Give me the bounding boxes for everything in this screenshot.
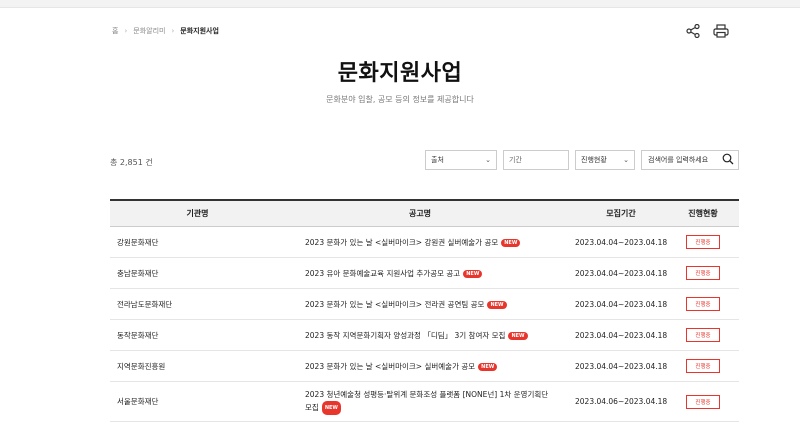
table-header: 기관명 공고명 모집기간 진행현황 bbox=[110, 199, 739, 227]
chevron-down-icon: ⌄ bbox=[623, 156, 629, 164]
notice-title-cell: 2023 청년예술청 성평등·탈위계 문화조성 플랫폼 [NONE넌] 1차 운… bbox=[285, 389, 555, 415]
header-org: 기관명 bbox=[186, 209, 209, 218]
status-badge[interactable]: 진행중 bbox=[686, 359, 720, 373]
top-bar bbox=[0, 0, 800, 8]
page-tools bbox=[684, 22, 730, 40]
status-cell: 진행중 bbox=[667, 266, 739, 280]
notice-title-cell: 2023 동작 지역문화기획자 양성과정 「디딤」 3기 참여자 모집 NEW bbox=[285, 330, 555, 341]
period: 2023.04.04~2023.04.18 bbox=[575, 268, 668, 278]
notice-title-cell: 2023 유아 문화예술교육 지원사업 추가공모 공고 NEW bbox=[285, 268, 555, 279]
header-notice: 공고명 bbox=[408, 209, 432, 218]
notice-table: 기관명 공고명 모집기간 진행현황 강원문화재단 2023 문화가 있는 날 <… bbox=[110, 199, 739, 422]
source-select-value: 출처 bbox=[431, 156, 444, 164]
notice-title[interactable]: 2023 문화가 있는 날 <실버마이크> 전라권 공연팀 공모 bbox=[305, 300, 484, 309]
org-name: 강원문화재단 bbox=[117, 237, 159, 247]
status-cell: 진행중 bbox=[667, 394, 739, 409]
print-icon[interactable] bbox=[712, 22, 730, 40]
period: 2023.04.04~2023.04.18 bbox=[575, 299, 668, 309]
period: 2023.04.06~2023.04.18 bbox=[575, 397, 668, 406]
new-badge: NEW bbox=[478, 362, 498, 371]
table-row[interactable]: 전라남도문화재단 2023 문화가 있는 날 <실버마이크> 전라권 공연팀 공… bbox=[110, 289, 739, 320]
notice-title[interactable]: 2023 문화가 있는 날 <실버마이크> 강원권 실버예술가 공모 bbox=[305, 238, 498, 247]
share-icon[interactable] bbox=[684, 22, 702, 40]
new-badge: NEW bbox=[487, 300, 507, 309]
period: 2023.04.04~2023.04.18 bbox=[575, 330, 668, 340]
org-name: 서울문화재단 bbox=[117, 397, 159, 406]
status-badge[interactable]: 진행중 bbox=[686, 297, 720, 311]
page-title: 문화지원사업 bbox=[337, 61, 463, 86]
status-cell: 진행중 bbox=[667, 235, 739, 249]
search-placeholder: 검색어를 입력하세요 bbox=[648, 156, 709, 164]
breadcrumb: 홈 › 문화알리미 › 문화지원사업 bbox=[112, 26, 219, 36]
header-status: 진행현황 bbox=[688, 209, 718, 218]
table-row[interactable]: 동작문화재단 2023 동작 지역문화기획자 양성과정 「디딤」 3기 참여자 … bbox=[110, 320, 739, 351]
status-cell: 진행중 bbox=[667, 359, 739, 373]
source-select[interactable]: 출처 ⌄ bbox=[425, 150, 497, 170]
header-period: 모집기간 bbox=[606, 209, 636, 218]
search-icon[interactable] bbox=[722, 153, 734, 167]
status-badge[interactable]: 진행중 bbox=[686, 328, 720, 342]
table-row[interactable]: 서울문화재단 2023 청년예술청 성평등·탈위계 문화조성 플랫폼 [NONE… bbox=[110, 382, 739, 422]
search-input[interactable]: 검색어를 입력하세요 bbox=[641, 150, 739, 170]
period-input[interactable]: 기간 bbox=[503, 150, 569, 170]
status-badge[interactable]: 진행중 bbox=[686, 394, 720, 409]
status-select[interactable]: 진행현황 ⌄ bbox=[575, 150, 635, 170]
status-select-value: 진행현황 bbox=[581, 156, 607, 164]
status-badge[interactable]: 진행중 bbox=[686, 266, 720, 280]
table-row[interactable]: 지역문화진흥원 2023 문화가 있는 날 <실버마이크> 실버예술가 공모 NE… bbox=[110, 351, 739, 382]
period: 2023.04.04~2023.04.18 bbox=[575, 237, 668, 247]
table-row[interactable]: 강원문화재단 2023 문화가 있는 날 <실버마이크> 강원권 실버예술가 공… bbox=[110, 227, 739, 258]
org-name: 지역문화진흥원 bbox=[117, 361, 166, 371]
result-count: 총 2,851 건 bbox=[110, 158, 153, 167]
org-name: 동작문화재단 bbox=[117, 330, 159, 340]
status-cell: 진행중 bbox=[667, 328, 739, 342]
page-subtitle: 문화분야 입찰, 공모 등의 정보를 제공합니다 bbox=[326, 95, 474, 104]
org-name: 전라남도문화재단 bbox=[117, 299, 173, 309]
notice-title[interactable]: 2023 유아 문화예술교육 지원사업 추가공모 공고 bbox=[305, 269, 460, 278]
status-cell: 진행중 bbox=[667, 297, 739, 311]
new-badge: NEW bbox=[463, 269, 483, 278]
chevron-right-icon: › bbox=[171, 27, 175, 35]
notice-title-cell: 2023 문화가 있는 날 <실버마이크> 전라권 공연팀 공모 NEW bbox=[285, 299, 555, 310]
breadcrumb-level1[interactable]: 문화알리미 bbox=[133, 26, 165, 36]
notice-title[interactable]: 2023 청년예술청 성평등·탈위계 문화조성 플랫폼 [NONE넌] 1차 운… bbox=[305, 390, 548, 399]
notice-title-cell: 2023 문화가 있는 날 <실버마이크> 강원권 실버예술가 공모 NEW bbox=[285, 237, 555, 248]
chevron-down-icon: ⌄ bbox=[485, 156, 491, 164]
filter-bar: 출처 ⌄ 기간 진행현황 ⌄ 검색어를 입력하세요 bbox=[425, 150, 739, 170]
table-row[interactable]: 충남문화재단 2023 유아 문화예술교육 지원사업 추가공모 공고 NEW 20… bbox=[110, 258, 739, 289]
chevron-right-icon: › bbox=[124, 27, 128, 35]
new-badge: NEW bbox=[321, 400, 341, 415]
notice-title-cont[interactable]: 모집 bbox=[305, 403, 319, 412]
new-badge: NEW bbox=[508, 331, 528, 340]
breadcrumb-current: 문화지원사업 bbox=[180, 27, 219, 35]
notice-title[interactable]: 2023 문화가 있는 날 <실버마이크> 실버예술가 공모 bbox=[305, 362, 475, 371]
org-name: 충남문화재단 bbox=[117, 268, 159, 278]
status-badge[interactable]: 진행중 bbox=[686, 235, 720, 249]
notice-title[interactable]: 2023 동작 지역문화기획자 양성과정 「디딤」 3기 참여자 모집 bbox=[305, 331, 505, 340]
notice-title-cell: 2023 문화가 있는 날 <실버마이크> 실버예술가 공모 NEW bbox=[285, 361, 555, 372]
period: 2023.04.04~2023.04.18 bbox=[575, 361, 668, 371]
breadcrumb-home[interactable]: 홈 bbox=[112, 26, 118, 36]
new-badge: NEW bbox=[501, 238, 521, 247]
